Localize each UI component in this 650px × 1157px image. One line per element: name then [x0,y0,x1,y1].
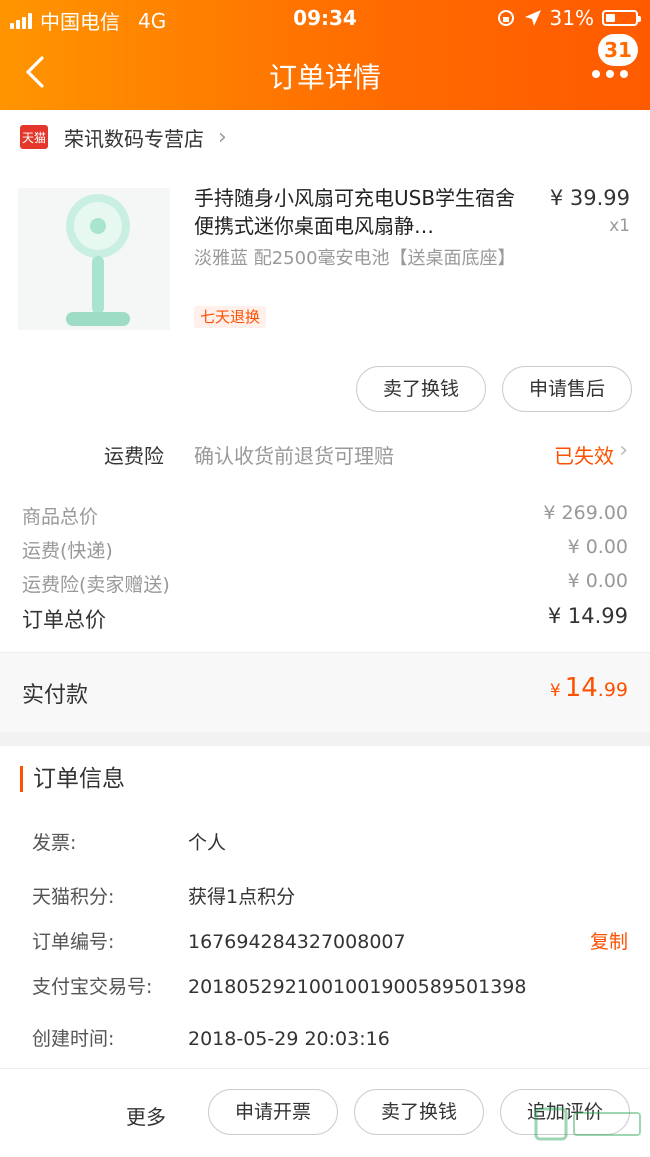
message-count-badge[interactable]: 31 [598,34,638,66]
location-icon [524,10,541,26]
orientation-lock-icon [497,10,514,26]
store-row[interactable]: 天猫 荣讯数码专营店 › [0,110,650,164]
cost-label: 运费险(卖家赠送) [22,574,170,596]
more-actions-button[interactable]: 更多 [126,1101,166,1130]
battery-icon [602,10,641,26]
after-sale-button[interactable]: 申请售后 [502,366,632,412]
total-value: ¥ 14.99 [547,604,628,628]
insurance-label: 运费险 [104,444,164,468]
tmall-logo: 天猫 [20,125,48,149]
info-value: 2018-05-29 20:03:16 [188,1028,390,1050]
cost-row: 运费(快递) ¥ 0.00 [22,536,628,563]
cost-label: 运费(快递) [22,540,113,562]
info-row-points: 天猫积分: 获得1点积分 [32,882,295,909]
insurance-status: 已失效 [554,444,614,468]
request-invoice-button[interactable]: 申请开票 [208,1089,338,1135]
return-policy-tag: 七天退换 [194,306,267,328]
more-menu-icon[interactable] [592,70,628,80]
sell-item-bottom-button[interactable]: 卖了换钱 [354,1089,484,1135]
product-price: ¥ 39.99 [549,186,630,210]
chevron-right-icon: › [619,438,628,463]
cost-value: ¥ 269.00 [543,502,628,524]
cost-row: 运费险(卖家赠送) ¥ 0.00 [22,570,628,597]
shipping-insurance-row[interactable]: 运费险 确认收货前退货可理赔 已失效 › [0,432,650,476]
info-key: 创建时间: [32,1028,115,1050]
fan-image [66,194,130,326]
info-value: 2018052921001001900589501398 [188,976,527,998]
info-row-alipay: 支付宝交易号: 2018052921001001900589501398 [32,972,526,999]
paid-label: 实付款 [22,683,89,708]
sell-item-button[interactable]: 卖了换钱 [356,366,486,412]
paid-amount-row: 实付款 ¥14.99 [0,652,650,733]
product-title: 手持随身小风扇可充电USB学生宿舍便携式迷你桌面电风扇静… [194,186,516,238]
bottom-action-bar: 更多 申请开票 卖了换钱 追加评价 [0,1068,650,1157]
product-quantity: x1 [609,216,630,236]
paid-decimal: .99 [597,679,628,701]
info-row-invoice: 发票: 个人 [32,828,226,855]
cost-value: ¥ 0.00 [567,536,628,558]
section-divider [0,732,650,746]
chevron-right-icon: › [218,124,227,150]
cost-label: 商品总价 [22,506,99,528]
copy-order-number-button[interactable]: 复制 [590,927,628,954]
info-key: 天猫积分: [32,886,115,908]
info-row-order-number: 订单编号: 167694284327008007 [32,927,406,954]
store-name: 荣讯数码专营店 [64,126,204,151]
info-key: 支付宝交易号: [32,976,153,998]
order-total-row: 订单总价 ¥ 14.99 [22,604,628,634]
info-key: 订单编号: [32,931,115,953]
product-spec: 淡雅蓝 配2500毫安电池【送桌面底座】 [194,248,516,269]
status-right: 31% [496,6,641,30]
battery-percent: 31% [549,6,594,30]
info-value: 167694284327008007 [188,931,406,953]
paid-value: ¥14.99 [550,673,628,703]
currency-symbol: ¥ [549,681,561,701]
cost-row: 商品总价 ¥ 269.00 [22,502,628,529]
header: 中国电信 4G 09:34 31% 订单详情 31 [0,0,650,110]
order-info-title: 订单信息 [20,766,125,792]
info-key: 发票: [32,832,77,854]
insurance-desc: 确认收货前退货可理赔 [194,444,394,468]
product-image [18,188,170,330]
paid-integer: 14 [564,673,598,703]
info-row-created: 创建时间: 2018-05-29 20:03:16 [32,1024,390,1051]
product-item[interactable]: 手持随身小风扇可充电USB学生宿舍便携式迷你桌面电风扇静… 淡雅蓝 配2500毫… [0,180,650,330]
status-bar: 中国电信 4G 09:34 31% [0,0,650,36]
page-title: 订单详情 [268,61,381,94]
watermark-logo [534,1107,641,1141]
cost-value: ¥ 0.00 [567,570,628,592]
info-value: 个人 [188,832,227,854]
info-value: 获得1点积分 [188,886,296,908]
total-label: 订单总价 [22,608,106,632]
